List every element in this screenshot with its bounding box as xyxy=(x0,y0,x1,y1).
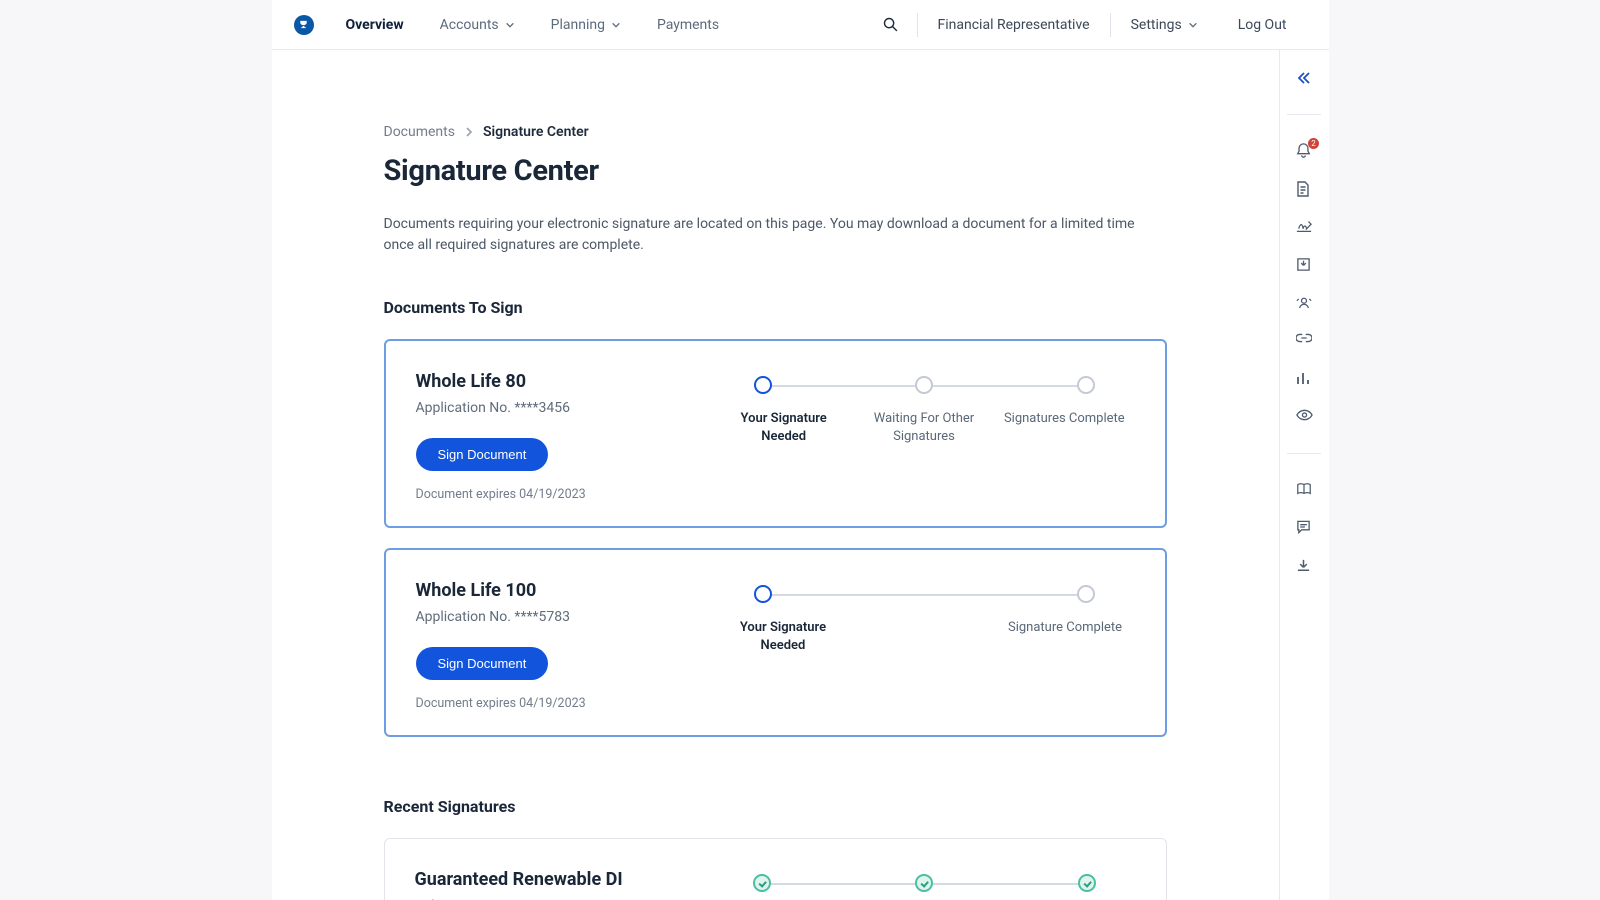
book-icon xyxy=(1296,482,1312,496)
rail-chat-button[interactable] xyxy=(1296,520,1312,536)
nav-settings-label: Settings xyxy=(1131,17,1182,33)
nav-financial-rep[interactable]: Financial Representative xyxy=(918,17,1110,33)
file-icon xyxy=(1296,181,1310,197)
rail-notifications-button[interactable]: 2 xyxy=(1296,143,1312,159)
rail-chart-button[interactable] xyxy=(1296,371,1312,387)
rail-download-button[interactable] xyxy=(1296,558,1312,574)
step-node-pending xyxy=(1077,585,1095,603)
step-label: Signature Complete xyxy=(996,619,1135,654)
nav-settings[interactable]: Settings xyxy=(1111,17,1218,33)
chevron-down-icon xyxy=(1188,20,1198,30)
download-icon xyxy=(1296,558,1311,573)
nav-overview[interactable]: Overview xyxy=(346,17,404,33)
rail-book-button[interactable] xyxy=(1296,482,1312,498)
rail-download-box-button[interactable] xyxy=(1296,257,1312,273)
step-label: Your Signature Needed xyxy=(714,619,853,654)
step-label: Signatures Complete xyxy=(994,410,1134,445)
step-node-pending xyxy=(915,376,933,394)
section-to-sign-heading: Documents To Sign xyxy=(384,298,1167,317)
nav-logout-label: Log Out xyxy=(1238,17,1287,33)
nav-logout[interactable]: Log Out xyxy=(1218,17,1307,33)
step-node-done xyxy=(915,874,933,892)
document-expiry: Document expires 04/19/2023 xyxy=(416,487,714,502)
signature-icon xyxy=(1296,219,1312,233)
document-card: Whole Life 100 Application No. ****5783 … xyxy=(384,548,1167,737)
document-card-left: Whole Life 100 Application No. ****5783 … xyxy=(416,580,714,711)
nav-planning-label: Planning xyxy=(551,17,605,33)
chat-icon xyxy=(1296,520,1311,534)
nav-accounts[interactable]: Accounts xyxy=(440,17,515,33)
sign-document-button[interactable]: Sign Document xyxy=(416,647,549,680)
document-subtitle: Application No. ****5783 xyxy=(416,609,714,625)
step-node-active xyxy=(754,376,772,394)
person-arrows-icon xyxy=(1296,295,1312,310)
trophy-icon xyxy=(298,19,309,30)
rail-visibility-button[interactable] xyxy=(1296,409,1312,425)
main-content: Documents Signature Center Signature Cen… xyxy=(272,50,1279,900)
search-button[interactable] xyxy=(864,16,917,33)
nav-overview-label: Overview xyxy=(346,17,404,33)
primary-nav: Overview Accounts Planning Payments xyxy=(346,17,720,33)
notification-badge: 2 xyxy=(1308,138,1319,149)
document-card-left: Whole Life 80 Application No. ****3456 S… xyxy=(416,371,714,502)
collapse-rail-button[interactable] xyxy=(1296,70,1312,86)
chevron-double-left-icon xyxy=(1296,70,1312,86)
signature-stepper: Your Signature Needed Signature Complete xyxy=(714,580,1135,711)
eye-icon xyxy=(1296,409,1313,421)
document-title: Whole Life 100 xyxy=(416,580,714,601)
breadcrumb-parent[interactable]: Documents xyxy=(384,124,455,140)
step-node-done xyxy=(1078,874,1096,892)
step-label: Waiting For Other Signatures xyxy=(854,410,994,445)
rail-sign-button[interactable] xyxy=(1296,219,1312,235)
step-node-active xyxy=(754,585,772,603)
document-expiry: Document expires 04/19/2023 xyxy=(416,696,714,711)
nav-accounts-label: Accounts xyxy=(440,17,499,33)
nav-planning[interactable]: Planning xyxy=(551,17,621,33)
breadcrumb: Documents Signature Center xyxy=(384,124,1167,140)
step-node-pending xyxy=(1077,376,1095,394)
document-card-left: Guaranteed Renewable DI Policy No. ****3… xyxy=(415,869,713,900)
step-label-spacer xyxy=(852,619,995,654)
inbox-download-icon xyxy=(1296,257,1311,272)
page-title: Signature Center xyxy=(384,154,1167,188)
step-label: Your Signature Needed xyxy=(714,410,854,445)
secondary-nav: Financial Representative Settings Log Ou… xyxy=(918,13,1307,37)
nav-payments-label: Payments xyxy=(657,17,719,33)
chevron-right-icon xyxy=(465,127,473,137)
section-recent-heading: Recent Signatures xyxy=(384,797,1167,816)
rail-link-button[interactable] xyxy=(1296,333,1312,349)
document-title: Whole Life 80 xyxy=(416,371,714,392)
document-card: Whole Life 80 Application No. ****3456 S… xyxy=(384,339,1167,528)
document-subtitle: Application No. ****3456 xyxy=(416,400,714,416)
nav-financial-rep-label: Financial Representative xyxy=(938,17,1090,33)
chevron-down-icon xyxy=(611,20,621,30)
rail-profile-button[interactable] xyxy=(1296,295,1312,311)
link-icon xyxy=(1296,333,1312,343)
topbar: Overview Accounts Planning Payments Fina… xyxy=(272,0,1329,50)
recent-document-card: Guaranteed Renewable DI Policy No. ****3… xyxy=(384,838,1167,900)
document-title: Guaranteed Renewable DI xyxy=(415,869,713,890)
signature-stepper: Your Signature Needed Waiting For Other … xyxy=(714,371,1135,502)
app-shell: Overview Accounts Planning Payments Fina… xyxy=(272,0,1329,900)
bar-chart-icon xyxy=(1296,371,1310,385)
brand-logo[interactable] xyxy=(294,15,314,35)
layout: Documents Signature Center Signature Cen… xyxy=(272,50,1329,900)
rail-divider xyxy=(1287,453,1321,454)
rail-divider xyxy=(1287,114,1321,115)
signature-stepper: You Signed Waiting For Other Signatures xyxy=(713,869,1136,900)
chevron-down-icon xyxy=(505,20,515,30)
rail-document-button[interactable] xyxy=(1296,181,1312,197)
page-description: Documents requiring your electronic sign… xyxy=(384,214,1144,256)
breadcrumb-current: Signature Center xyxy=(483,124,589,140)
right-rail: 2 xyxy=(1279,50,1329,900)
search-icon xyxy=(882,16,899,33)
step-node-done xyxy=(753,874,771,892)
nav-payments[interactable]: Payments xyxy=(657,17,719,33)
sign-document-button[interactable]: Sign Document xyxy=(416,438,549,471)
